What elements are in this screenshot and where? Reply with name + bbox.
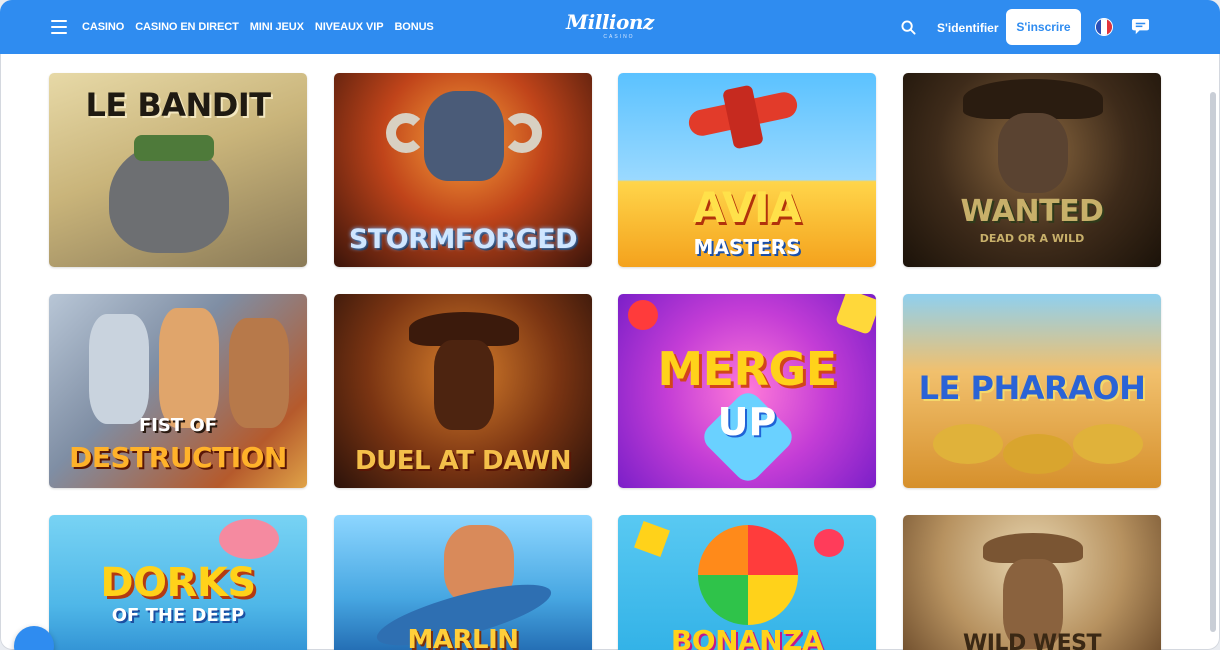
game-tile-le-pharaoh[interactable]: LE PHARAOH (903, 294, 1161, 488)
game-title: MERGE (657, 342, 837, 396)
game-subtitle: DEAD OR A WILD (979, 232, 1085, 245)
game-subtitle-top: FIST OF (138, 415, 218, 436)
game-tile-stormforged[interactable]: STORMFORGED (334, 73, 592, 267)
game-title: WILD WEST (962, 631, 1102, 650)
site-logo[interactable]: Millionz CASINO (566, 10, 654, 43)
game-tile-avia-masters[interactable]: AVIA MASTERS (618, 73, 876, 267)
game-tile-marlin[interactable]: MARLIN (334, 515, 592, 650)
game-tile-le-bandit[interactable]: LE BANDIT (49, 73, 307, 267)
page-scrollbar[interactable] (1210, 92, 1216, 632)
browser-window: CASINO CASINO EN DIRECT MINI JEUX NIVEAU… (0, 0, 1220, 650)
game-tile-dorks-of-the-deep[interactable]: DORKS OF THE DEEP (49, 515, 307, 650)
game-title: DUEL AT DAWN (355, 446, 571, 476)
game-title: DESTRUCTION (69, 441, 287, 474)
game-grid: LE BANDIT STORMFORGED AVIA MASTERS WANTE… (0, 54, 1220, 650)
game-title: LE PHARAOH (918, 369, 1146, 407)
game-tile-wild-west[interactable]: WILD WEST (903, 515, 1161, 650)
hamburger-menu-icon[interactable] (51, 20, 67, 34)
game-tile-duel-at-dawn[interactable]: DUEL AT DAWN (334, 294, 592, 488)
logo-subtext: CASINO (603, 34, 635, 40)
search-icon[interactable] (901, 20, 916, 35)
chat-icon[interactable] (1131, 18, 1150, 36)
game-subtitle: OF THE DEEP (111, 605, 245, 626)
logo-text: Millionz (566, 10, 654, 34)
game-title: BONANZA (670, 624, 824, 650)
game-title: LE BANDIT (85, 86, 271, 124)
game-title: WANTED (960, 194, 1104, 229)
game-tile-wanted[interactable]: WANTED DEAD OR A WILD (903, 73, 1161, 267)
french-flag-icon[interactable] (1096, 19, 1112, 35)
nav-mini-games[interactable]: MINI JEUX (250, 21, 304, 33)
game-subtitle: MASTERS (693, 235, 801, 259)
game-title: MARLIN (407, 625, 519, 650)
nav-vip-levels[interactable]: NIVEAUX VIP (315, 21, 384, 33)
site-header: CASINO CASINO EN DIRECT MINI JEUX NIVEAU… (0, 0, 1220, 54)
signup-button[interactable]: S'inscrire (1006, 9, 1081, 45)
game-title: STORMFORGED (348, 224, 578, 255)
login-button[interactable]: S'identifier (937, 21, 999, 35)
game-tile-fist-of-destruction[interactable]: FIST OF DESTRUCTION (49, 294, 307, 488)
main-nav: CASINO CASINO EN DIRECT MINI JEUX NIVEAU… (82, 21, 445, 33)
game-title: DORKS (100, 560, 256, 606)
game-tile-merge-up[interactable]: MERGE UP (618, 294, 876, 488)
game-title: AVIA (692, 183, 802, 232)
nav-casino[interactable]: CASINO (82, 21, 124, 33)
game-subtitle: UP (717, 400, 777, 444)
nav-live-casino[interactable]: CASINO EN DIRECT (135, 21, 239, 33)
nav-bonus[interactable]: BONUS (394, 21, 433, 33)
game-tile-bonanza[interactable]: BONANZA (618, 515, 876, 650)
